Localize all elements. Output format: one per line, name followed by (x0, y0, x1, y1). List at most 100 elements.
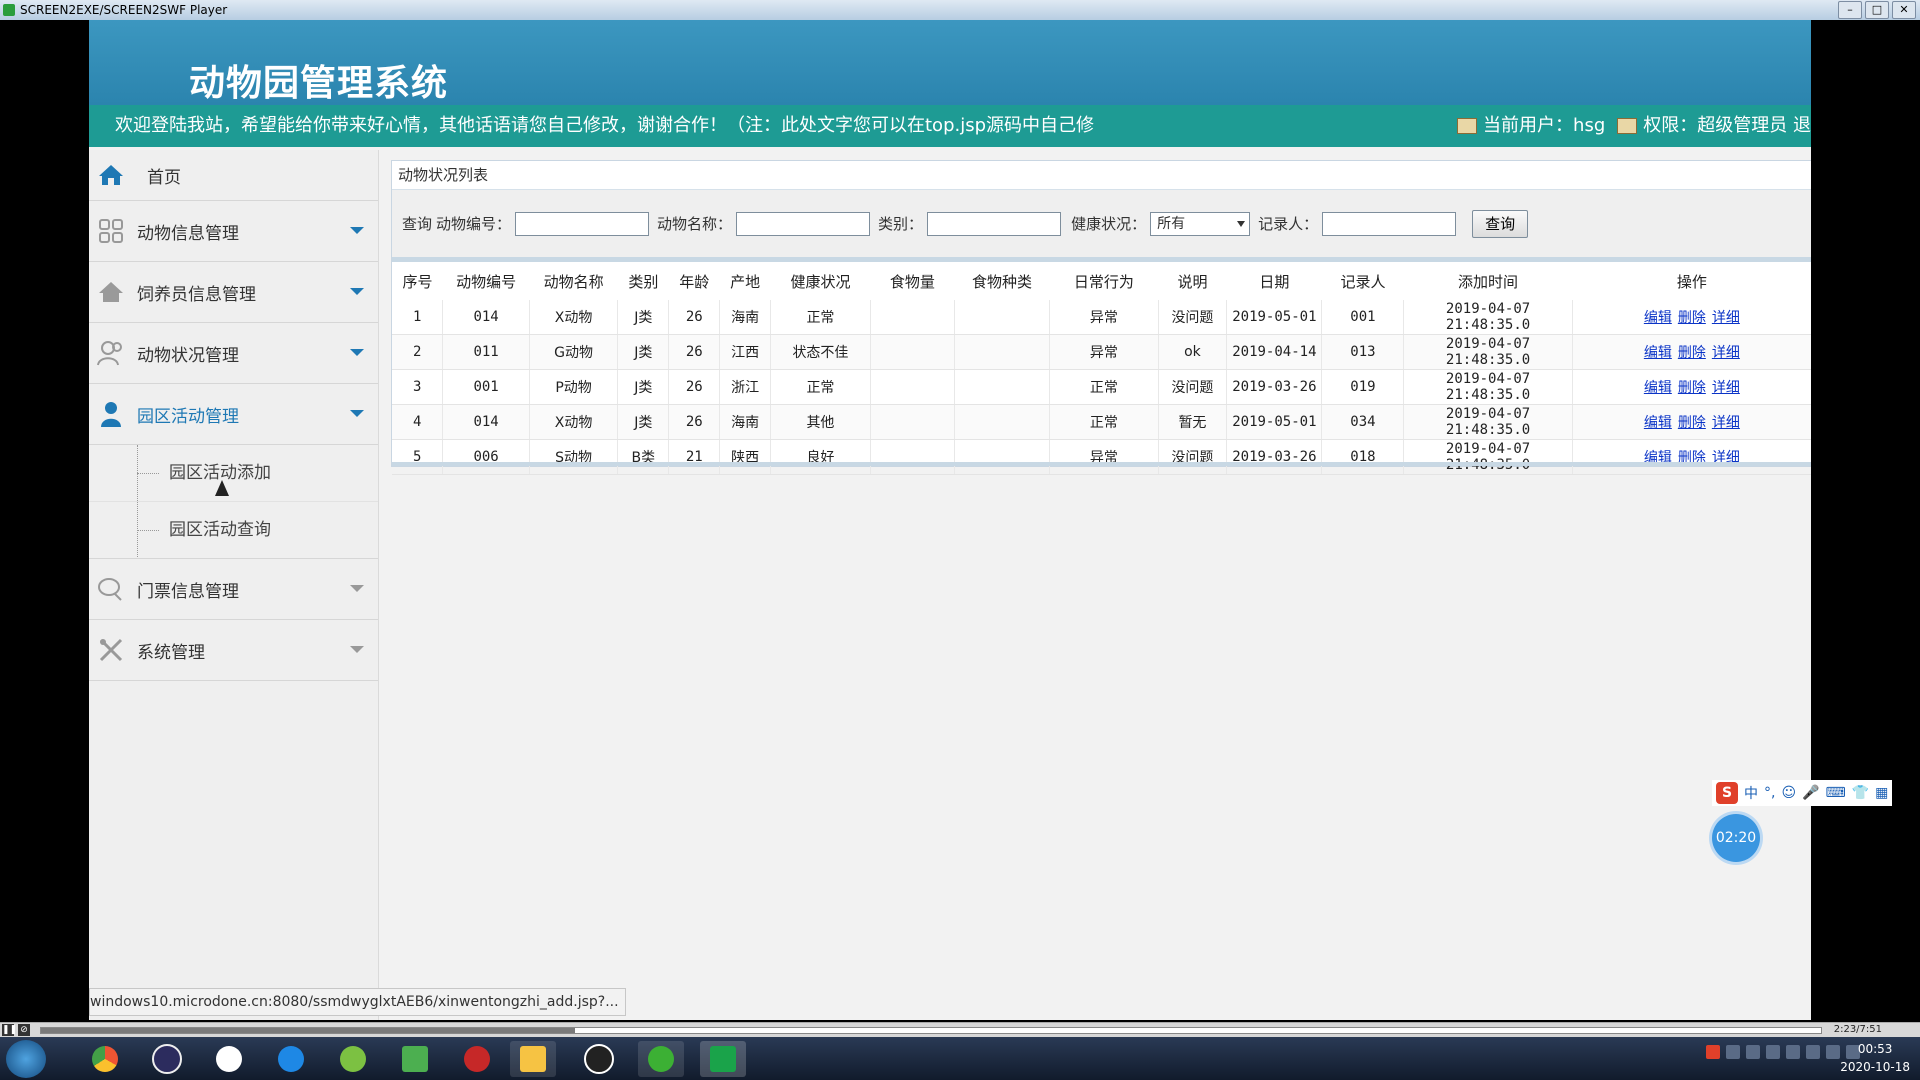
sidebar-item-keeper-info[interactable]: 饲养员信息管理 (89, 262, 378, 323)
animal-name-input[interactable] (736, 211, 871, 236)
category-input[interactable] (927, 211, 1062, 236)
table-cell (870, 334, 955, 370)
minimize-button[interactable]: – (1838, 1, 1862, 19)
sidebar-item-label: 饲养员信息管理 (137, 284, 256, 305)
delete-link[interactable]: 删除 (1678, 310, 1706, 326)
close-button[interactable]: ✕ (1892, 1, 1916, 19)
volume-icon[interactable] (1806, 1045, 1820, 1059)
sidebar-item-animal-status[interactable]: 动物状况管理 (89, 323, 378, 384)
animal-name-label: 动物名称： (657, 215, 733, 233)
column-header: 食物种类 (954, 262, 1050, 300)
table-cell: 001 (1321, 300, 1405, 335)
delete-link[interactable]: 删除 (1678, 415, 1706, 431)
detail-link[interactable]: 详细 (1712, 380, 1740, 396)
delete-link[interactable]: 删除 (1678, 380, 1706, 396)
table-cell: 浙江 (719, 369, 772, 405)
table-cell: 5 (392, 439, 444, 475)
skin-icon[interactable]: 👕 (1852, 785, 1869, 801)
tray-icon[interactable] (1706, 1045, 1720, 1059)
column-header: 操作 (1572, 262, 1811, 300)
table-cell: X动物 (529, 300, 619, 335)
house-icon (97, 279, 125, 305)
table-cell: 018 (1321, 439, 1405, 475)
sidebar-item-label: 动物状况管理 (137, 345, 239, 366)
stop-button[interactable]: ⊘ (18, 1024, 30, 1036)
sidebar-item-ticket-info[interactable]: 门票信息管理 (89, 559, 378, 620)
table-cell: 011 (442, 334, 530, 370)
recorder-input[interactable] (1322, 211, 1457, 236)
submenu-item-activity-query[interactable]: 园区活动查询 (89, 501, 378, 558)
ime-mode[interactable]: 中 (1744, 783, 1758, 803)
taskbar-leaf-app[interactable] (330, 1041, 376, 1077)
column-header: 记录人 (1321, 262, 1404, 300)
query-label: 查询 (402, 215, 433, 233)
edit-link[interactable]: 编辑 (1644, 380, 1672, 396)
recording-timer[interactable]: 02:20 (1712, 814, 1760, 862)
tray-icon[interactable] (1746, 1045, 1760, 1059)
taskbar-explorer[interactable] (510, 1041, 556, 1077)
table-cell: G动物 (529, 334, 619, 370)
detail-link[interactable]: 详细 (1712, 310, 1740, 326)
tools-icon (97, 637, 125, 663)
edit-link[interactable]: 编辑 (1644, 345, 1672, 361)
taskbar-baidu-netdisk[interactable] (206, 1041, 252, 1077)
sidebar-item-system[interactable]: 系统管理 (89, 620, 378, 681)
column-header: 日常行为 (1049, 262, 1159, 300)
mic-icon[interactable]: 🎤 (1802, 785, 1819, 801)
edit-link[interactable]: 编辑 (1644, 415, 1672, 431)
taskbar-chart-app[interactable] (392, 1041, 438, 1077)
table-cell: J类 (617, 300, 670, 335)
actions-cell: 编辑 删除 详细 (1572, 404, 1811, 440)
clock-time: 00:53 (1857, 1042, 1893, 1056)
keyboard-icon[interactable]: ⌨ (1826, 785, 1846, 801)
taskbar-clock[interactable]: 00:53 2020-10-18 (1840, 1040, 1910, 1076)
table-row: 1 014 X动物 J类 26 海南 正常 异常 没问题 2019-05-01 001 2019-04… (392, 300, 1811, 335)
taskbar-flash[interactable] (454, 1041, 500, 1077)
detail-link[interactable]: 详细 (1712, 345, 1740, 361)
home-icon (97, 162, 125, 188)
taskbar-qq[interactable] (576, 1041, 622, 1077)
sidebar-item-animal-info[interactable]: 动物信息管理 (89, 201, 378, 262)
taskbar-browser-q[interactable] (268, 1041, 314, 1077)
submenu-item-label: 园区活动查询 (169, 520, 271, 540)
tray-icon[interactable] (1726, 1045, 1740, 1059)
edit-link[interactable]: 编辑 (1644, 310, 1672, 326)
welcome-text: 欢迎登陆我站，希望能给你带来好心情，其他话语请您自己修改，谢谢合作！（注：此处文… (115, 115, 1095, 136)
sogou-logo-icon[interactable]: S (1716, 782, 1738, 804)
permission-text[interactable]: 权限：超级管理员 退 (1643, 105, 1811, 147)
taskbar-wechat[interactable] (638, 1041, 684, 1077)
query-button[interactable]: 查询 (1472, 209, 1529, 238)
emoji-icon[interactable]: ☺ (1781, 785, 1796, 801)
seek-bar[interactable] (40, 1027, 1822, 1034)
detail-link[interactable]: 详细 (1712, 415, 1740, 431)
sidebar-item-park-activity[interactable]: 园区活动管理 (89, 384, 378, 445)
maximize-button[interactable]: □ (1865, 1, 1889, 19)
tree-dash (137, 473, 159, 474)
table-cell (954, 334, 1051, 370)
start-button[interactable] (6, 1040, 46, 1078)
table-cell: 正常 (1049, 369, 1159, 405)
health-select[interactable]: 所有 (1150, 211, 1251, 236)
table-cell: 2019-04-07 21:48:35.0 (1403, 334, 1573, 370)
taskbar-eclipse[interactable] (144, 1041, 190, 1077)
submenu-item-activity-add[interactable]: 园区活动添加 (89, 445, 378, 501)
table-cell: 异常 (1049, 439, 1159, 475)
menu-grid-icon[interactable]: ▦ (1875, 785, 1888, 801)
pause-button[interactable]: ❚❚ (2, 1024, 17, 1036)
table-bottom-border (392, 462, 1811, 466)
taskbar-player[interactable] (700, 1041, 746, 1077)
sidebar-item-home[interactable]: 首页 (89, 150, 378, 201)
animal-id-input[interactable] (515, 211, 650, 236)
tray-icon[interactable] (1826, 1045, 1840, 1059)
tray-icon[interactable] (1786, 1045, 1800, 1059)
page-header: 动物园管理系统 (89, 20, 1811, 105)
taskbar-chrome[interactable] (82, 1041, 128, 1077)
table-cell: 2019-04-14 (1226, 334, 1323, 370)
table-cell: 26 (668, 300, 721, 335)
column-header: 年龄 (668, 262, 720, 300)
sidebar-item-label: 首页 (147, 167, 181, 188)
delete-link[interactable]: 删除 (1678, 345, 1706, 361)
tray-icon[interactable] (1766, 1045, 1780, 1059)
table-cell: 2019-04-07 21:48:35.0 (1403, 300, 1573, 335)
ime-punct[interactable]: °, (1764, 785, 1775, 801)
